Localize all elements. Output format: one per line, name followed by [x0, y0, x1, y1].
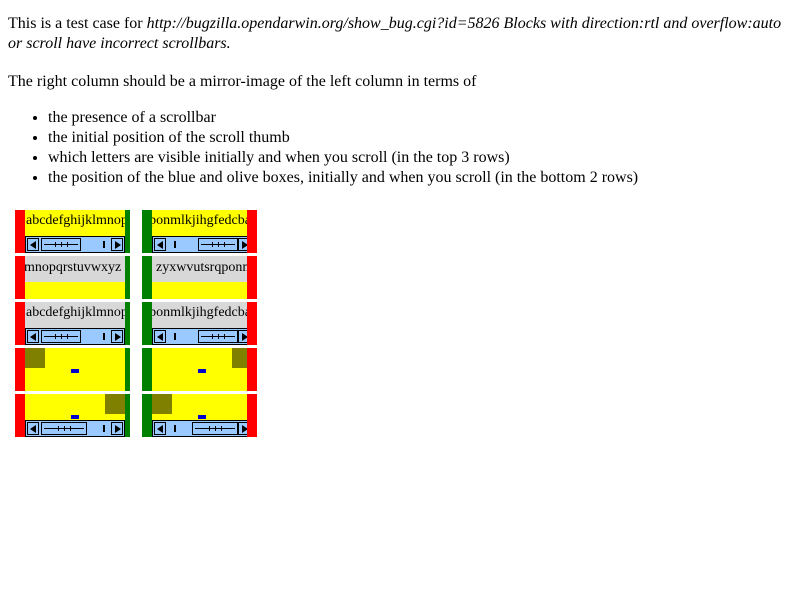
box-block-rtl[interactable] [152, 394, 252, 437]
red-bar [15, 394, 25, 437]
horizontal-scrollbar[interactable] [25, 328, 125, 345]
green-bar [142, 210, 152, 253]
red-bar [247, 348, 257, 391]
test-cell-row4-right [142, 348, 257, 391]
scroll-thumb[interactable] [198, 238, 238, 251]
scroll-block-ltr[interactable]: abcdefghijklmnop [25, 210, 125, 253]
green-bar [142, 348, 152, 391]
bug-link[interactable]: http://bugzilla.opendarwin.org/show_bug.… [147, 15, 500, 32]
red-bar [15, 302, 25, 345]
criteria-item: the presence of a scrollbar [48, 108, 638, 128]
cell-text: abcdefghijklmnop [26, 213, 125, 228]
instruction-paragraph: The right column should be a mirror-imag… [8, 73, 477, 90]
scroll-thumb[interactable] [41, 238, 81, 251]
scroll-block-rtl[interactable]: ponmlkjihgfedcba [152, 210, 252, 253]
green-bar [125, 348, 130, 391]
blue-box [71, 415, 79, 419]
scroll-thumb[interactable] [192, 422, 238, 435]
scroll-track-marker [174, 333, 176, 340]
scroll-block-rtl[interactable]: zyxwvutsrqponm [152, 256, 252, 299]
scroll-block-rtl[interactable]: ponmlkjihgfedcba [152, 302, 252, 345]
green-bar [142, 394, 152, 437]
scroll-left-arrow-icon[interactable] [154, 422, 166, 435]
scroll-right-arrow-icon[interactable] [111, 238, 123, 251]
cell-text: ponmlkjihgfedcba [152, 305, 251, 320]
cell-text: zyxwvutsrqponm [156, 260, 252, 275]
criteria-item: the position of the blue and olive boxes… [48, 168, 638, 188]
red-bar [15, 256, 25, 299]
horizontal-scrollbar[interactable] [25, 236, 125, 253]
scroll-track-marker [174, 425, 176, 432]
olive-box [105, 394, 125, 414]
red-bar [247, 394, 257, 437]
scroll-track-marker [103, 333, 105, 340]
cell-text: ponmlkjihgfedcba [152, 213, 251, 228]
scroll-left-arrow-icon[interactable] [154, 238, 166, 251]
test-cell-row1-right: ponmlkjihgfedcba [142, 210, 257, 253]
criteria-item: the initial position of the scroll thumb [48, 128, 638, 148]
scroll-block-ltr[interactable]: mnopqrstuvwxyz [25, 256, 125, 299]
criteria-list: the presence of a scrollbar the initial … [8, 108, 638, 188]
horizontal-scrollbar[interactable] [152, 236, 252, 253]
test-cell-row2-right: zyxwvutsrqponm [142, 256, 257, 299]
blue-box [71, 369, 79, 373]
scroll-right-arrow-icon[interactable] [111, 422, 123, 435]
scroll-track-marker [103, 241, 105, 248]
box-block-rtl [152, 348, 252, 391]
scroll-left-arrow-icon[interactable] [27, 330, 39, 343]
scroll-thumb[interactable] [41, 330, 81, 343]
test-cell-row4-left [15, 348, 130, 391]
green-bar [125, 394, 130, 437]
test-cell-row3-right: ponmlkjihgfedcba [142, 302, 257, 345]
scroll-thumb[interactable] [198, 330, 238, 343]
blue-box [198, 415, 206, 419]
green-bar [125, 256, 130, 299]
intro-paragraph: This is a test case for http://bugzilla.… [8, 14, 794, 54]
criteria-item: which letters are visible initially and … [48, 148, 638, 168]
horizontal-scrollbar[interactable] [25, 420, 125, 437]
green-bar [142, 302, 152, 345]
green-bar [125, 210, 130, 253]
red-bar [247, 256, 257, 299]
box-block-ltr [25, 348, 125, 391]
red-bar [247, 210, 257, 253]
red-bar [15, 210, 25, 253]
olive-box [152, 394, 172, 414]
olive-box [25, 348, 45, 368]
scroll-left-arrow-icon[interactable] [27, 422, 39, 435]
green-bar [142, 256, 152, 299]
test-cell-row5-right [142, 394, 257, 437]
scroll-track-marker [103, 425, 105, 432]
red-bar [247, 302, 257, 345]
blue-box [198, 369, 206, 373]
scroll-left-arrow-icon[interactable] [27, 238, 39, 251]
scroll-left-arrow-icon[interactable] [154, 330, 166, 343]
red-bar [15, 348, 25, 391]
scroll-right-arrow-icon[interactable] [111, 330, 123, 343]
cell-text: mnopqrstuvwxyz [25, 260, 122, 275]
horizontal-scrollbar[interactable] [152, 328, 252, 345]
green-bar [125, 302, 130, 345]
test-cell-row3-left: abcdefghijklmnop [15, 302, 130, 345]
test-cell-row2-left: mnopqrstuvwxyz [15, 256, 130, 299]
intro-prefix: This is a test case for [8, 15, 147, 32]
test-cell-row1-left: abcdefghijklmnop [15, 210, 130, 253]
cell-text: abcdefghijklmnop [26, 305, 125, 320]
scroll-block-ltr[interactable]: abcdefghijklmnop [25, 302, 125, 345]
box-block-ltr[interactable] [25, 394, 125, 437]
test-cell-row5-left [15, 394, 130, 437]
scroll-track-marker [174, 241, 176, 248]
horizontal-scrollbar[interactable] [152, 420, 252, 437]
scroll-thumb[interactable] [41, 422, 87, 435]
